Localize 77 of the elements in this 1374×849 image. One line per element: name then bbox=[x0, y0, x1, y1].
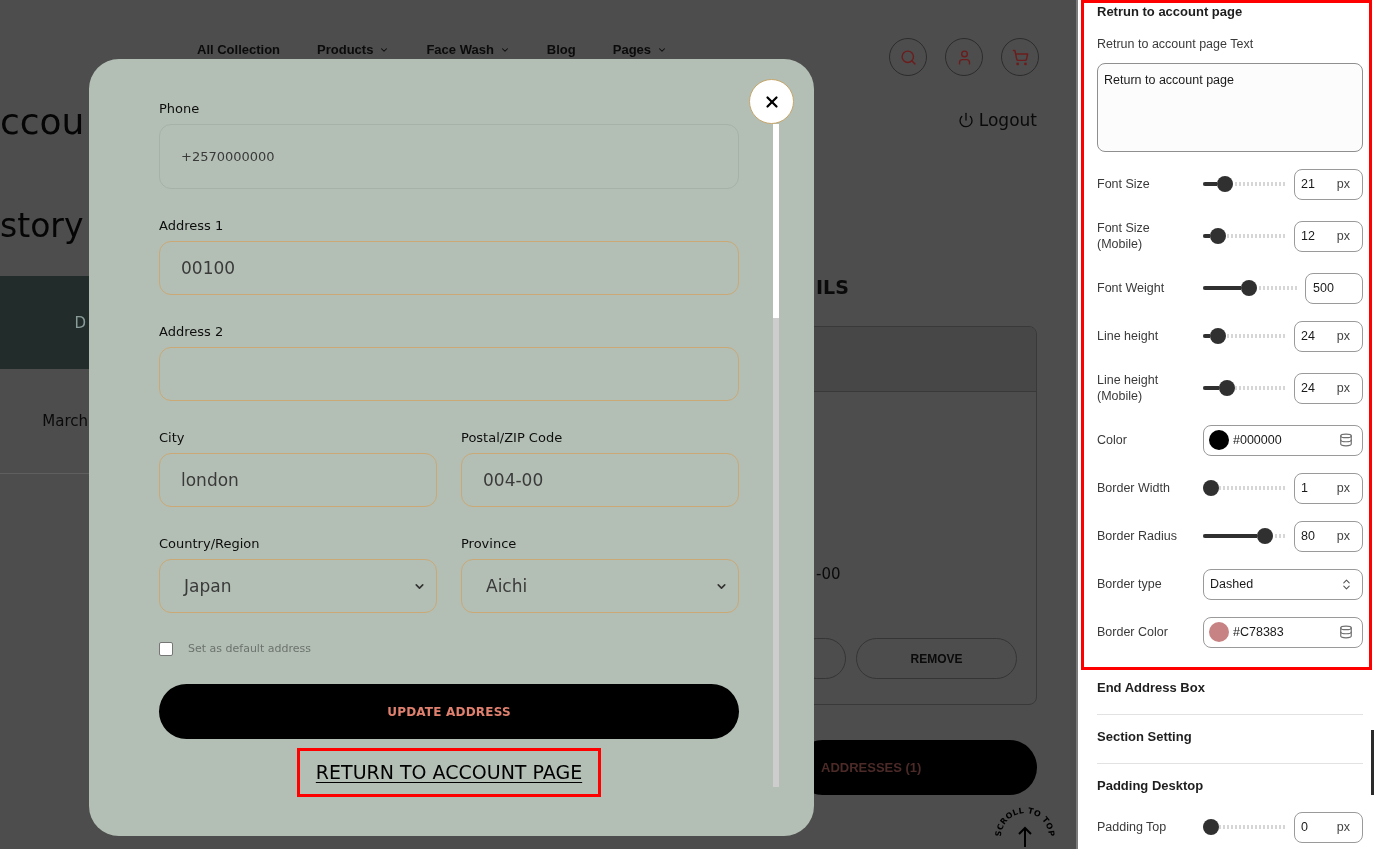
search-icon bbox=[899, 48, 917, 66]
number-field[interactable]: 500 bbox=[1305, 272, 1363, 304]
address-line: -00 bbox=[815, 564, 841, 584]
slider-thumb[interactable] bbox=[1203, 819, 1219, 835]
setting-label: Font Size bbox=[1097, 176, 1151, 193]
text-area[interactable]: Return to account page bbox=[1097, 63, 1363, 152]
select-field[interactable]: Aichi bbox=[461, 559, 739, 613]
setting-label: Border Radius bbox=[1097, 528, 1178, 545]
setting-label: Line height bbox=[1097, 328, 1160, 345]
slider-fill bbox=[1203, 182, 1217, 186]
section-header[interactable]: Padding Desktop bbox=[1097, 764, 1204, 794]
slider-thumb[interactable] bbox=[1241, 280, 1258, 296]
number-field[interactable]: 21 px bbox=[1294, 168, 1363, 200]
setting-label: Color bbox=[1097, 432, 1128, 449]
number-field[interactable]: 24 px bbox=[1294, 320, 1363, 352]
scrollbar-track[interactable] bbox=[773, 124, 779, 787]
scrollbar-thumb[interactable] bbox=[1371, 730, 1374, 795]
slider-thumb[interactable] bbox=[1216, 176, 1233, 192]
database-icon[interactable] bbox=[1339, 433, 1353, 447]
section-heading: ILS bbox=[815, 276, 849, 298]
section-header[interactable]: End Address Box bbox=[1097, 670, 1363, 715]
field-label: Phone bbox=[159, 100, 200, 118]
field-label: Postal/ZIP Code bbox=[461, 429, 563, 447]
chevron-up-down-icon bbox=[1340, 577, 1353, 591]
field-label: Country/Region bbox=[159, 535, 260, 553]
input-field[interactable]: 00100 bbox=[159, 241, 739, 295]
number-field[interactable]: 12 px bbox=[1294, 220, 1363, 252]
database-icon[interactable] bbox=[1339, 625, 1353, 639]
number-field[interactable]: 1 px bbox=[1294, 472, 1363, 504]
checkbox[interactable] bbox=[159, 642, 173, 656]
input-field[interactable] bbox=[159, 347, 739, 401]
setting-label: Line height (Mobile) bbox=[1097, 372, 1160, 405]
field-label: Address 1 bbox=[159, 217, 224, 235]
update-address-button[interactable]: UPDATE ADDRESS bbox=[159, 684, 739, 739]
section-title: Retrun to account page bbox=[1097, 4, 1243, 20]
setting-label: Font Size (Mobile) bbox=[1097, 220, 1151, 253]
input-field[interactable]: london bbox=[159, 453, 437, 507]
color-field[interactable]: #C78383 bbox=[1203, 616, 1363, 648]
slider-thumb[interactable] bbox=[1257, 528, 1274, 544]
slider-thumb[interactable] bbox=[1210, 228, 1227, 244]
setting-label: Border Width bbox=[1097, 480, 1171, 497]
scrollbar-thumb[interactable] bbox=[773, 124, 779, 318]
slider-thumb[interactable] bbox=[1203, 480, 1219, 496]
slider-fill bbox=[1203, 334, 1211, 338]
slider-fill bbox=[1203, 234, 1211, 238]
setting-label: Border Color bbox=[1097, 624, 1169, 641]
return-link[interactable]: RETURN TO ACCOUNT PAGE bbox=[315, 759, 583, 786]
logout-label: Logout bbox=[978, 110, 1037, 130]
color-field[interactable]: #000000 bbox=[1203, 424, 1363, 456]
setting-label: Font Weight bbox=[1097, 280, 1166, 297]
setting-label: Border type bbox=[1097, 576, 1163, 593]
section-header[interactable]: Section Setting bbox=[1097, 715, 1363, 764]
slider-thumb[interactable] bbox=[1210, 328, 1227, 344]
cart-icon bbox=[1011, 48, 1029, 66]
setting-label: Padding Top bbox=[1097, 819, 1168, 836]
checkbox-label: Set as default address bbox=[188, 642, 311, 656]
slider-thumb[interactable] bbox=[1219, 380, 1236, 396]
slider-fill bbox=[1203, 286, 1242, 290]
input-field[interactable]: 004-00 bbox=[461, 453, 739, 507]
section-heading: story bbox=[0, 206, 84, 246]
input-field[interactable]: +2570000000 bbox=[159, 124, 739, 189]
field-label: Province bbox=[461, 535, 517, 553]
table-cell: March bbox=[42, 411, 88, 431]
page-heading: ccou bbox=[0, 102, 85, 142]
select-field[interactable]: Japan bbox=[159, 559, 437, 613]
close-button[interactable] bbox=[749, 79, 794, 124]
slider-fill bbox=[1203, 534, 1258, 538]
number-field[interactable]: 0 px bbox=[1294, 811, 1363, 843]
power-icon bbox=[957, 112, 974, 128]
header-label: D bbox=[74, 312, 86, 333]
number-field[interactable]: 24 px bbox=[1294, 372, 1363, 404]
field-label: Address 2 bbox=[159, 323, 224, 341]
slider-fill bbox=[1203, 386, 1220, 390]
field-label: Retrun to account page Text bbox=[1097, 36, 1254, 52]
number-field[interactable]: 80 px bbox=[1294, 520, 1363, 552]
field-label: City bbox=[159, 429, 185, 447]
select-field[interactable]: Dashed bbox=[1203, 568, 1363, 600]
